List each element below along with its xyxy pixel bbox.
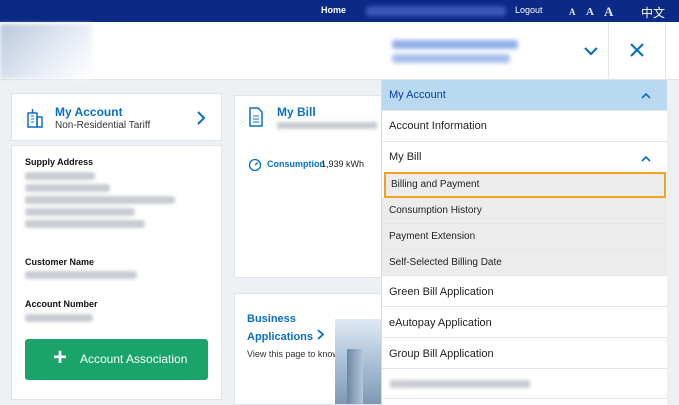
menu-item-consumption-history[interactable]: Consumption History <box>382 198 667 224</box>
redacted-text <box>390 380 530 388</box>
my-bill-card[interactable]: My Bill Consumption 1,939 kWh <box>234 95 382 278</box>
building-icon <box>26 108 44 131</box>
home-link[interactable]: Home <box>321 5 346 15</box>
tariff-label: Non-Residential Tariff <box>55 120 151 131</box>
menu-item-payment-extension[interactable]: Payment Extension <box>382 224 667 250</box>
account-menu-panel: My Account Account Information My Bill B… <box>381 80 667 405</box>
bill-info-redacted <box>277 122 377 129</box>
my-account-title: My Account <box>55 105 123 119</box>
address-redacted <box>25 208 135 216</box>
font-size-small-button[interactable]: A <box>569 7 576 17</box>
business-description: View this page to know... <box>247 349 346 359</box>
menu-header-my-account[interactable]: My Account <box>382 80 667 111</box>
my-bill-title: My Bill <box>277 105 316 119</box>
menu-item-label: Group Bill Application <box>389 348 494 360</box>
menu-item-label: My Bill <box>389 151 422 163</box>
menu-item-label: Consumption History <box>389 205 482 216</box>
account-number-redacted <box>25 314 93 322</box>
business-title-line2: Applications <box>247 331 314 343</box>
menu-item-label: Payment Extension <box>389 231 476 242</box>
address-redacted <box>25 196 175 204</box>
menu-item-account-information[interactable]: Account Information <box>382 111 667 142</box>
chevron-right-icon <box>316 329 325 343</box>
menu-item-label: Self-Selected Billing Date <box>389 257 502 268</box>
logout-link[interactable]: Logout <box>515 5 543 15</box>
plus-icon: + <box>53 344 68 371</box>
chevron-up-icon <box>641 91 651 103</box>
building-photo <box>335 319 381 404</box>
supply-address-label: Supply Address <box>25 157 94 167</box>
consumption-label: Consumption <box>267 159 325 169</box>
account-selector-redacted[interactable] <box>392 40 518 49</box>
logo[interactable] <box>0 24 92 79</box>
top-navigation-bar: Home Logout A A A 中文 <box>0 0 679 22</box>
menu-item-group-bill-application[interactable]: Group Bill Application <box>382 338 667 369</box>
customer-name-redacted <box>25 271 137 279</box>
menu-item-label: Green Bill Application <box>389 286 494 298</box>
site-header <box>0 22 679 80</box>
customer-name-label: Customer Name <box>25 257 95 267</box>
document-icon <box>248 107 264 130</box>
menu-item-label: Account Information <box>389 120 487 132</box>
gauge-icon <box>248 158 262 175</box>
account-association-label: Account Association <box>80 352 188 366</box>
menu-item-self-selected-billing-date[interactable]: Self-Selected Billing Date <box>382 250 667 276</box>
menu-header-label: My Account <box>389 89 446 101</box>
address-redacted <box>25 220 145 228</box>
font-size-medium-button[interactable]: A <box>586 6 594 18</box>
account-number-label: Account Number <box>25 299 98 309</box>
chevron-down-icon[interactable] <box>578 38 604 64</box>
language-switch[interactable]: 中文 <box>641 4 665 21</box>
business-applications-card[interactable]: Business Applications View this page to … <box>234 293 382 405</box>
menu-item-label: Billing and Payment <box>391 179 480 190</box>
menu-item-my-bill[interactable]: My Bill <box>382 142 667 172</box>
close-icon <box>630 43 644 57</box>
chevron-right-icon[interactable] <box>195 110 207 129</box>
consumption-value: 1,939 kWh <box>321 159 365 169</box>
account-details-card: Supply Address Customer Name Account Num… <box>11 145 222 400</box>
menu-item-eautopay-application[interactable]: eAutopay Application <box>382 307 667 338</box>
menu-item-billing-and-payment[interactable]: Billing and Payment <box>384 172 666 198</box>
chevron-up-icon <box>641 154 651 166</box>
my-account-card[interactable]: My Account Non-Residential Tariff <box>11 93 222 141</box>
menu-item-label: eAutopay Application <box>389 317 492 329</box>
address-redacted <box>25 172 95 180</box>
business-title-line1: Business <box>247 313 296 325</box>
account-selector-redacted-line2 <box>392 54 510 63</box>
business-applications-title[interactable]: Business Applications <box>247 310 325 346</box>
address-redacted <box>25 184 110 192</box>
user-name-redacted <box>366 6 506 16</box>
menu-item-redacted[interactable] <box>382 369 667 399</box>
close-menu-button[interactable] <box>608 22 666 80</box>
account-association-button[interactable]: + Account Association <box>25 339 208 380</box>
menu-item-green-bill-application[interactable]: Green Bill Application <box>382 276 667 307</box>
font-size-large-button[interactable]: A <box>604 4 613 20</box>
